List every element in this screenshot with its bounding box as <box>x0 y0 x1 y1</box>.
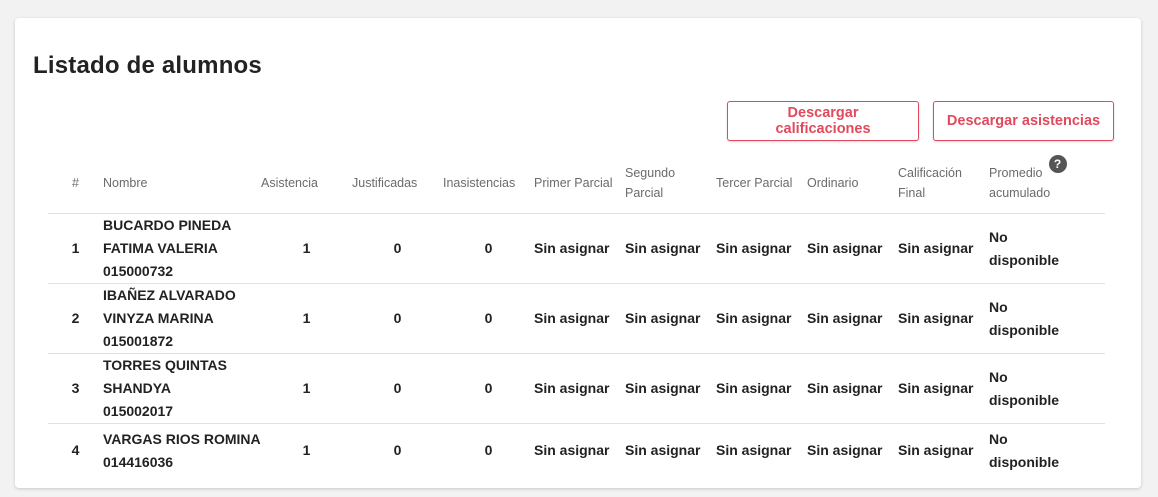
ordinary-value: Sin asignar <box>807 423 898 478</box>
third-partial-value: Sin asignar <box>716 353 807 424</box>
row-number: 2 <box>48 283 103 354</box>
student-name-line: IBAÑEZ ALVARADO <box>103 287 236 303</box>
col-header-absences: Inasistencias <box>443 176 516 190</box>
student-id: 014416036 <box>103 453 174 470</box>
absences-value: 0 <box>443 353 534 424</box>
col-header-cumulative-average: Promedio? acumulado <box>989 153 1105 214</box>
final-grade-value: Sin asignar <box>898 423 989 478</box>
table-row: 1 BUCARDO PINEDA FATIMA VALERIA 015000732 1 0… <box>48 213 1105 284</box>
absences-value: 0 <box>443 423 534 478</box>
cumulative-label-1: Promedio <box>989 166 1043 180</box>
student-name: VARGAS RIOS ROMINA 014416036 <box>103 423 261 478</box>
student-name-line: FATIMA VALERIA <box>103 240 218 256</box>
final-grade-value: Sin asignar <box>898 353 989 424</box>
col-header-third-partial: Tercer Parcial <box>716 176 793 190</box>
table-header-row: # Nombre Asistencia Justificadas Inasist… <box>48 153 1105 214</box>
row-number: 1 <box>48 213 103 284</box>
student-name-line: TORRES QUINTAS <box>103 357 227 373</box>
student-id: 015002017 <box>103 403 174 419</box>
col-header-justified: Justificadas <box>352 176 418 190</box>
cumulative-average-value: No disponible <box>989 213 1105 284</box>
student-name: BUCARDO PINEDA FATIMA VALERIA 015000732 <box>103 213 261 284</box>
cumulative-average-line: No <box>989 368 1008 385</box>
justified-value: 0 <box>352 283 443 354</box>
cumulative-average-line: disponible <box>989 391 1059 408</box>
third-partial-value: Sin asignar <box>716 213 807 284</box>
page-title: Listado de alumnos <box>33 52 262 79</box>
col-header-attendance: Asistencia <box>261 176 318 190</box>
student-name: IBAÑEZ ALVARADO VINYZA MARINA 015001872 <box>103 283 261 354</box>
student-name-line: VINYZA MARINA <box>103 310 214 326</box>
table-row: 4 VARGAS RIOS ROMINA 014416036 1 0 0 Sin asign… <box>48 423 1105 478</box>
cumulative-average-value: No disponible <box>989 353 1105 424</box>
second-partial-value: Sin asignar <box>625 283 716 354</box>
attendance-value: 1 <box>261 423 352 478</box>
cumulative-average-line: No <box>989 228 1008 245</box>
first-partial-value: Sin asignar <box>534 283 625 354</box>
student-id: 015001872 <box>103 333 174 349</box>
attendance-value: 1 <box>261 283 352 354</box>
student-name-line: VARGAS RIOS ROMINA <box>103 430 261 447</box>
first-partial-value: Sin asignar <box>534 353 625 424</box>
table-row: 3 TORRES QUINTAS SHANDYA 015002017 1 0 0 Sin as… <box>48 353 1105 424</box>
justified-value: 0 <box>352 353 443 424</box>
third-partial-value: Sin asignar <box>716 423 807 478</box>
table-row: 2 IBAÑEZ ALVARADO VINYZA MARINA 015001872 1 0… <box>48 283 1105 354</box>
col-header-number: # <box>72 176 79 190</box>
cumulative-average-line: disponible <box>989 321 1059 338</box>
cumulative-average-value: No disponible <box>989 283 1105 354</box>
attendance-value: 1 <box>261 353 352 424</box>
ordinary-value: Sin asignar <box>807 353 898 424</box>
absences-value: 0 <box>443 213 534 284</box>
cumulative-label-2: acumulado <box>989 186 1051 200</box>
attendance-value: 1 <box>261 213 352 284</box>
col-header-final-grade: Calificación Final <box>898 153 989 214</box>
col-header-ordinary: Ordinario <box>807 176 859 190</box>
final-grade-label-2: Final <box>898 186 926 200</box>
second-partial-value: Sin asignar <box>625 353 716 424</box>
col-header-name: Nombre <box>103 176 148 190</box>
justified-value: 0 <box>352 423 443 478</box>
third-partial-value: Sin asignar <box>716 283 807 354</box>
cumulative-average-line: disponible <box>989 453 1059 470</box>
student-name-line: BUCARDO PINEDA <box>103 217 232 233</box>
student-id: 015000732 <box>103 263 174 279</box>
ordinary-value: Sin asignar <box>807 283 898 354</box>
col-header-first-partial: Primer Parcial <box>534 176 613 190</box>
cumulative-average-line: disponible <box>989 251 1059 268</box>
first-partial-value: Sin asignar <box>534 213 625 284</box>
first-partial-value: Sin asignar <box>534 423 625 478</box>
final-grade-label-1: Calificación <box>898 166 962 180</box>
download-grades-button[interactable]: Descargar calificaciones <box>727 101 919 141</box>
students-card: Listado de alumnos Descargar calificacio… <box>15 18 1141 488</box>
cumulative-average-value: No disponible <box>989 423 1105 478</box>
student-name: TORRES QUINTAS SHANDYA 015002017 <box>103 353 261 424</box>
col-header-second-partial: Segundo Parcial <box>625 166 676 200</box>
row-number: 3 <box>48 353 103 424</box>
absences-value: 0 <box>443 283 534 354</box>
cumulative-average-line: No <box>989 298 1008 315</box>
second-partial-value: Sin asignar <box>625 213 716 284</box>
students-table: # Nombre Asistencia Justificadas Inasist… <box>48 153 1105 478</box>
row-number: 4 <box>48 423 103 478</box>
cumulative-average-line: No <box>989 430 1008 447</box>
ordinary-value: Sin asignar <box>807 213 898 284</box>
help-icon[interactable]: ? <box>1048 154 1067 173</box>
download-attendance-button[interactable]: Descargar asistencias <box>933 101 1114 141</box>
second-partial-value: Sin asignar <box>625 423 716 478</box>
final-grade-value: Sin asignar <box>898 213 989 284</box>
justified-value: 0 <box>352 213 443 284</box>
student-name-line: SHANDYA <box>103 380 171 396</box>
final-grade-value: Sin asignar <box>898 283 989 354</box>
